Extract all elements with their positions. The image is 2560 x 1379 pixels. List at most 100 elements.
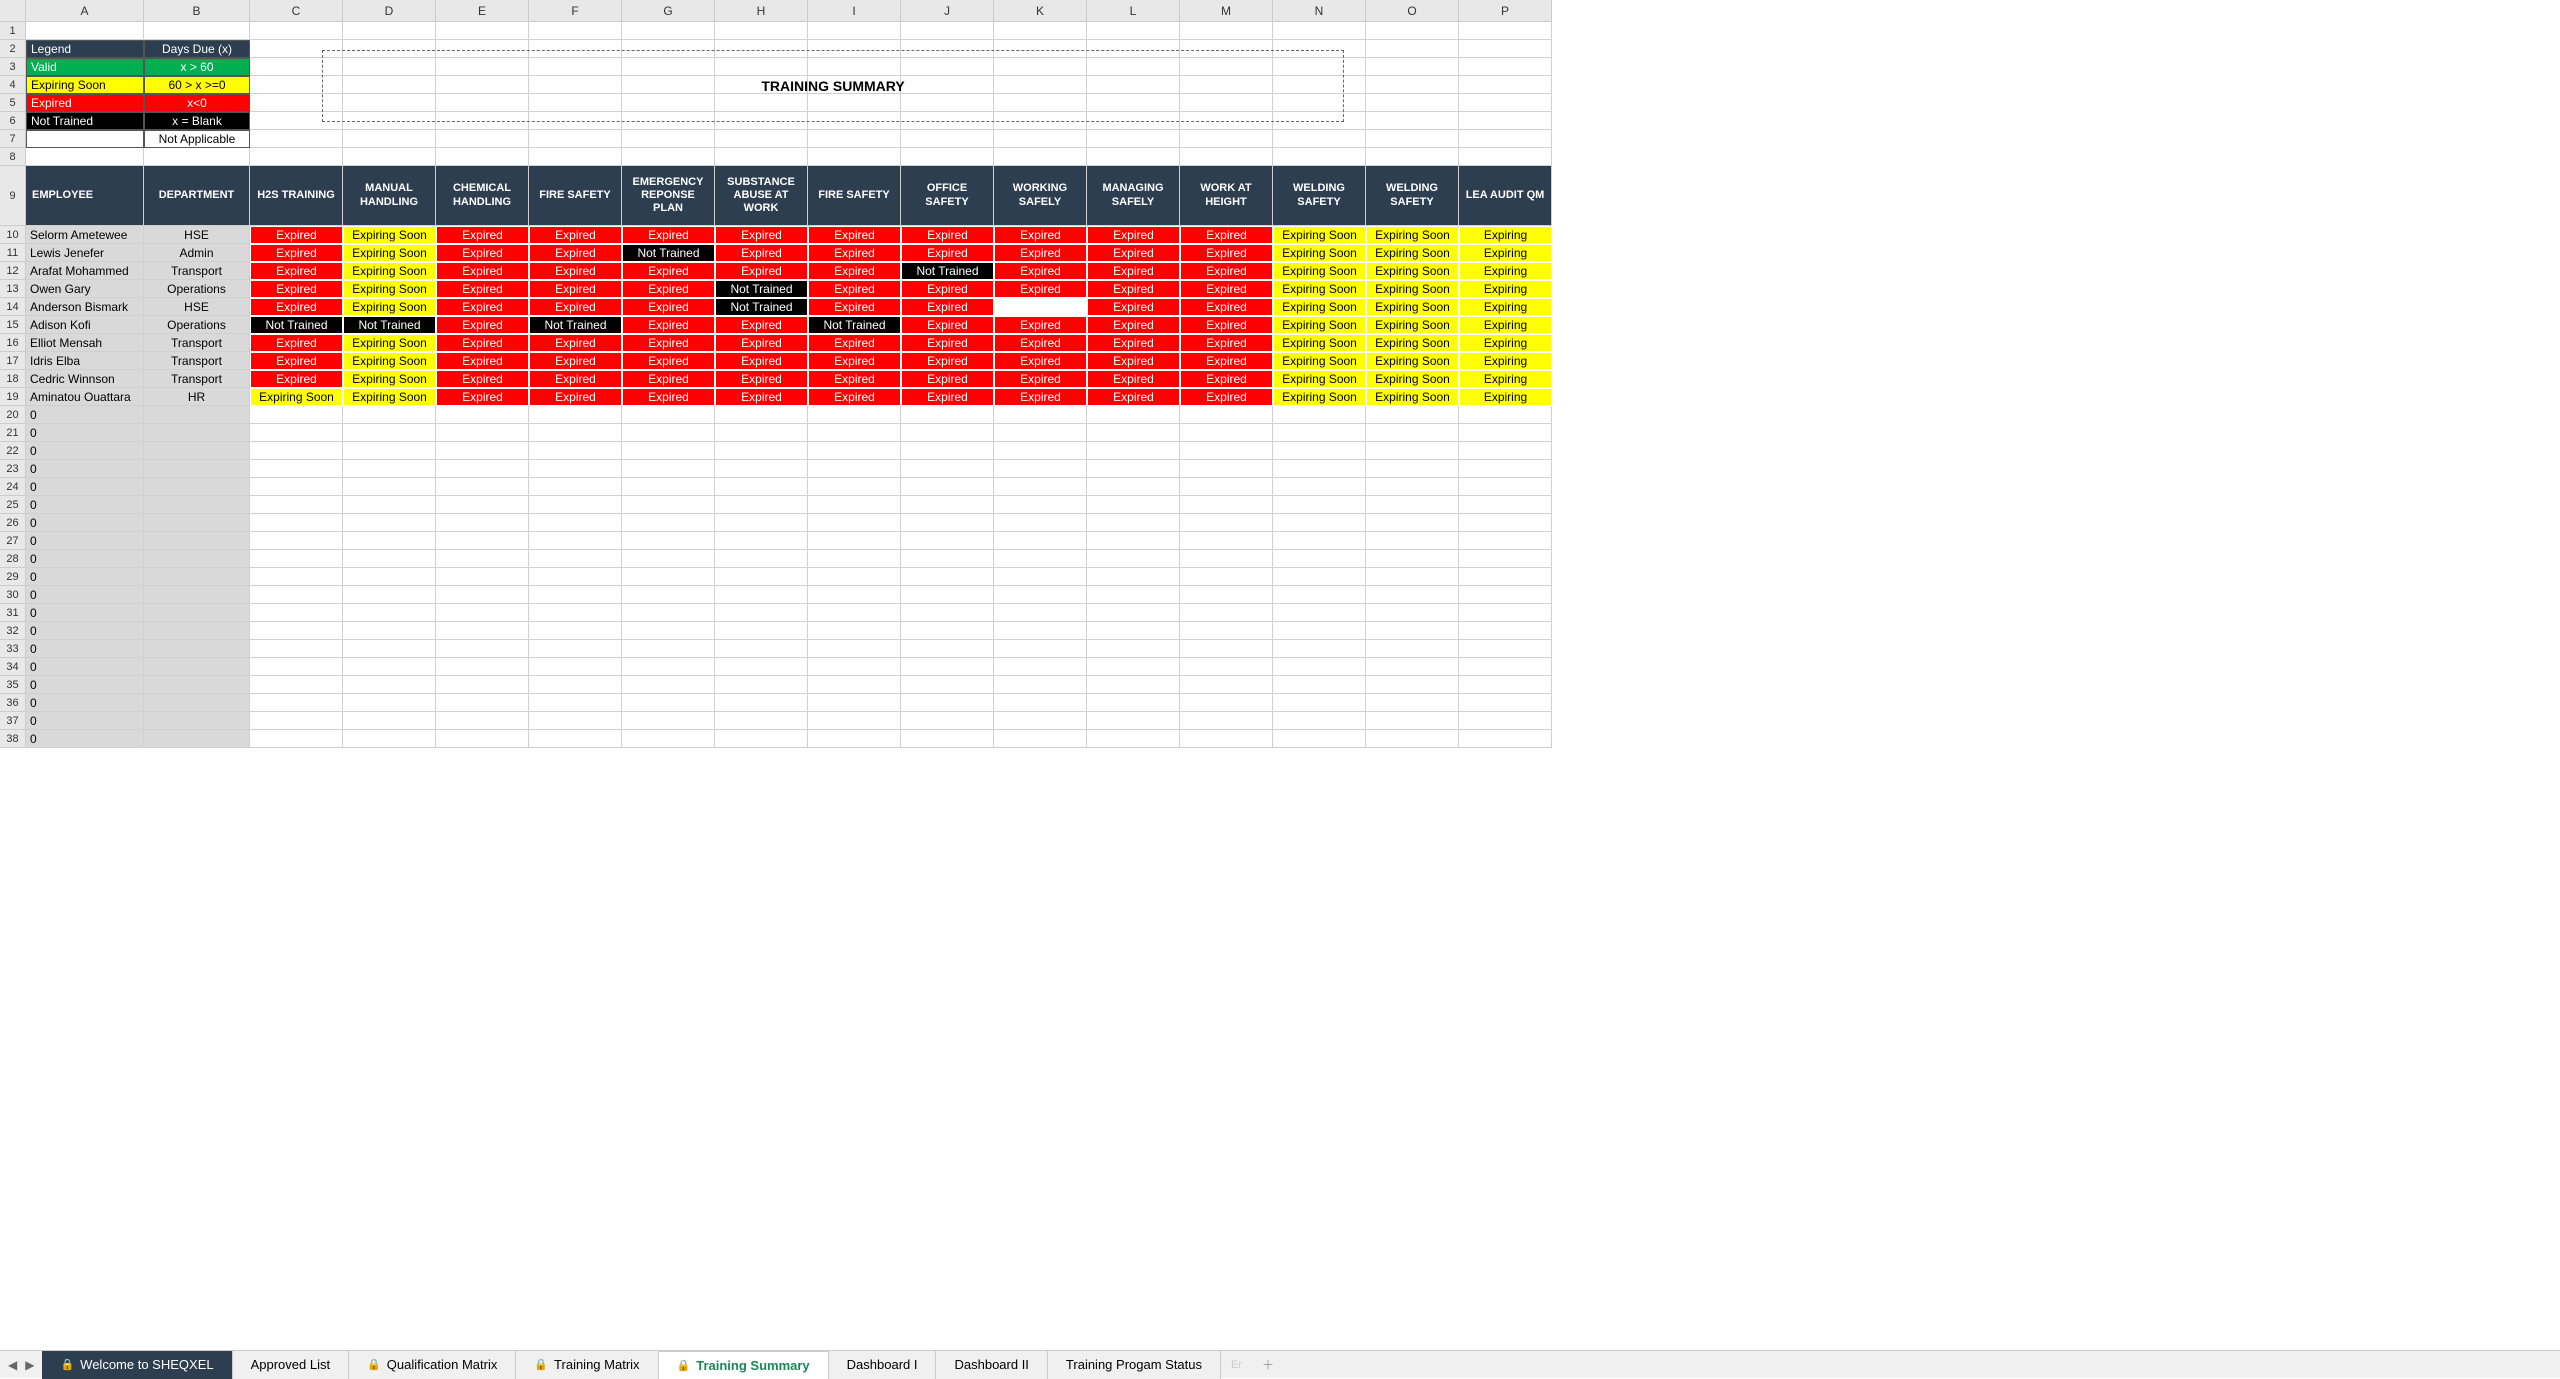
cell-empty[interactable] — [1180, 712, 1273, 730]
status-cell[interactable]: Expired — [529, 388, 622, 406]
tab-next-icon[interactable]: ▶ — [25, 1358, 34, 1372]
status-cell[interactable]: Expired — [901, 226, 994, 244]
cell-empty[interactable] — [994, 676, 1087, 694]
status-cell[interactable]: Expired — [808, 280, 901, 298]
row-header-32[interactable]: 32 — [0, 622, 26, 640]
status-cell[interactable]: Expired — [436, 226, 529, 244]
cell-empty[interactable] — [529, 22, 622, 40]
employee-name[interactable]: Lewis Jenefer — [26, 244, 144, 262]
cell-empty[interactable] — [436, 712, 529, 730]
row-header-12[interactable]: 12 — [0, 262, 26, 280]
status-cell[interactable]: Expired — [1180, 280, 1273, 298]
column-header-B[interactable]: B — [144, 0, 250, 21]
status-cell[interactable]: Expiring Soon — [343, 298, 436, 316]
cell-empty[interactable] — [1273, 130, 1366, 148]
cell-empty[interactable] — [529, 640, 622, 658]
cell-empty[interactable] — [1180, 478, 1273, 496]
cell-empty[interactable] — [994, 460, 1087, 478]
cell-empty[interactable] — [901, 712, 994, 730]
status-cell[interactable]: Expired — [1180, 388, 1273, 406]
cell-empty[interactable] — [436, 586, 529, 604]
status-cell[interactable]: Expiring — [1459, 370, 1552, 388]
cell-empty[interactable] — [250, 532, 343, 550]
cell-empty[interactable] — [343, 478, 436, 496]
employee-name[interactable]: Cedric Winnson — [26, 370, 144, 388]
status-cell[interactable]: Expired — [622, 226, 715, 244]
column-header-P[interactable]: P — [1459, 0, 1552, 21]
status-cell[interactable]: Expiring Soon — [1366, 280, 1459, 298]
status-cell[interactable]: Expired — [529, 352, 622, 370]
cell-empty[interactable] — [250, 514, 343, 532]
cell-empty[interactable] — [250, 604, 343, 622]
cell-empty[interactable] — [901, 496, 994, 514]
cell-empty[interactable] — [994, 568, 1087, 586]
cell-empty[interactable] — [901, 514, 994, 532]
employee-name[interactable]: Anderson Bismark — [26, 298, 144, 316]
employee-dept[interactable]: Operations — [144, 316, 250, 334]
column-header-O[interactable]: O — [1366, 0, 1459, 21]
cell-empty[interactable] — [622, 532, 715, 550]
zero-cell[interactable] — [144, 676, 250, 694]
status-cell[interactable]: Expired — [1180, 262, 1273, 280]
sheet-tab-training-summary[interactable]: 🔒Training Summary — [659, 1351, 829, 1379]
employee-name[interactable]: Adison Kofi — [26, 316, 144, 334]
status-cell[interactable]: Expired — [808, 388, 901, 406]
status-cell[interactable]: Expired — [529, 280, 622, 298]
cell-empty[interactable] — [1180, 532, 1273, 550]
column-header-A[interactable]: A — [26, 0, 144, 21]
cell-empty[interactable] — [529, 550, 622, 568]
cell-empty[interactable] — [436, 514, 529, 532]
cell-empty[interactable] — [1180, 568, 1273, 586]
cell-empty[interactable] — [808, 442, 901, 460]
status-cell[interactable]: Expired — [622, 316, 715, 334]
status-cell[interactable]: Expired — [994, 370, 1087, 388]
row-header-31[interactable]: 31 — [0, 604, 26, 622]
cell-empty[interactable] — [1180, 442, 1273, 460]
cell-empty[interactable] — [529, 496, 622, 514]
cell-empty[interactable] — [1180, 406, 1273, 424]
status-cell[interactable]: Expiring Soon — [343, 370, 436, 388]
cell-empty[interactable] — [343, 424, 436, 442]
cell-empty[interactable] — [1366, 694, 1459, 712]
cell-empty[interactable] — [715, 148, 808, 166]
status-cell[interactable]: Expired — [715, 388, 808, 406]
cell-empty[interactable] — [715, 550, 808, 568]
cell-empty[interactable] — [1459, 550, 1552, 568]
cell-empty[interactable] — [250, 148, 343, 166]
cell-empty[interactable] — [1459, 496, 1552, 514]
cell-empty[interactable] — [1087, 586, 1180, 604]
status-cell[interactable]: Expired — [436, 298, 529, 316]
cell-empty[interactable] — [901, 130, 994, 148]
cell-empty[interactable] — [808, 478, 901, 496]
employee-dept[interactable]: HSE — [144, 226, 250, 244]
row-header-9[interactable]: 9 — [0, 166, 26, 226]
row-header-8[interactable]: 8 — [0, 148, 26, 166]
status-cell[interactable]: Expiring — [1459, 388, 1552, 406]
employee-dept[interactable]: Transport — [144, 334, 250, 352]
zero-cell[interactable] — [144, 496, 250, 514]
cell-empty[interactable] — [1087, 130, 1180, 148]
row-header-27[interactable]: 27 — [0, 532, 26, 550]
cell-empty[interactable] — [715, 712, 808, 730]
cell-empty[interactable] — [622, 478, 715, 496]
status-cell[interactable]: Expired — [622, 262, 715, 280]
cell-empty[interactable] — [1180, 676, 1273, 694]
cell-empty[interactable] — [1459, 712, 1552, 730]
cell-empty[interactable] — [715, 460, 808, 478]
cell-empty[interactable] — [1459, 478, 1552, 496]
cell-empty[interactable] — [343, 550, 436, 568]
cell-empty[interactable] — [1459, 442, 1552, 460]
status-cell[interactable]: Expired — [622, 334, 715, 352]
cell-empty[interactable] — [1273, 622, 1366, 640]
cell-empty[interactable] — [436, 22, 529, 40]
row-header-35[interactable]: 35 — [0, 676, 26, 694]
cell-empty[interactable] — [529, 424, 622, 442]
cell-empty[interactable] — [343, 622, 436, 640]
status-cell[interactable]: Expiring — [1459, 262, 1552, 280]
status-cell[interactable]: Expired — [529, 244, 622, 262]
cell-empty[interactable] — [1180, 514, 1273, 532]
cell-empty[interactable] — [1366, 148, 1459, 166]
status-cell[interactable]: Expired — [250, 334, 343, 352]
cell-empty[interactable] — [715, 496, 808, 514]
employee-name[interactable]: Owen Gary — [26, 280, 144, 298]
